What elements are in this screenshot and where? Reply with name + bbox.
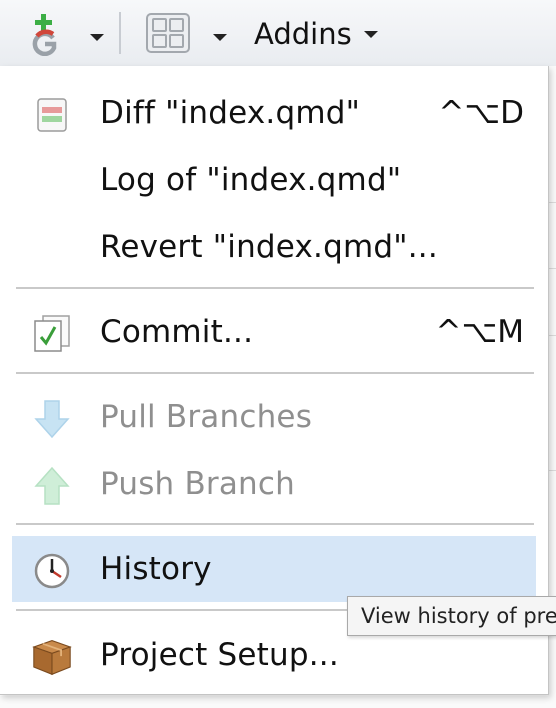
menu-item-diff[interactable]: Diff "index.qmd" ^⌥D [12, 80, 536, 146]
menu-item-label: Diff "index.qmd" [100, 95, 361, 131]
editor-background-bottom [0, 696, 556, 708]
menu-item-shortcut: ^⌥D [438, 95, 524, 131]
menu-item-push-branch: Push Branch [12, 451, 536, 517]
toolbar-divider [119, 12, 121, 54]
menu-item-label: Commit... [100, 314, 254, 350]
pane-layout-button[interactable] [144, 12, 192, 54]
menu-separator [16, 523, 534, 525]
clock-icon [32, 551, 72, 591]
push-arrow-up-icon [32, 466, 72, 506]
editor-line [548, 268, 556, 269]
menu-item-label: Log of "index.qmd" [100, 162, 402, 198]
chevron-down-icon [213, 33, 227, 41]
menu-item-commit[interactable]: Commit... ^⌥M [12, 299, 536, 365]
package-box-icon [32, 637, 72, 677]
menu-item-revert[interactable]: Revert "index.qmd"... [12, 214, 536, 280]
git-button[interactable] [28, 10, 62, 56]
menu-item-shortcut: ^⌥M [435, 314, 524, 350]
menu-item-label: Project Setup... [100, 637, 339, 673]
chevron-down-icon [90, 33, 104, 41]
diff-icon [32, 95, 72, 135]
editor-line [548, 470, 556, 471]
menu-item-log[interactable]: Log of "index.qmd" [12, 147, 536, 213]
git-add-icon [32, 14, 57, 56]
git-dropdown-button[interactable] [86, 26, 108, 48]
commit-checkmark-icon [32, 314, 72, 354]
pane-layout-icon [146, 13, 190, 53]
history-tooltip: View history of previous commits [347, 596, 556, 636]
chevron-down-icon [363, 30, 378, 38]
pull-arrow-down-icon [32, 399, 72, 439]
menu-item-label: Revert "index.qmd"... [100, 229, 438, 265]
menu-item-label: History [100, 551, 212, 587]
addins-label: Addins [254, 17, 352, 51]
menu-separator [16, 287, 534, 289]
toolbar: Addins [0, 0, 556, 67]
menu-item-pull-branches: Pull Branches [12, 384, 536, 450]
menu-item-label: Push Branch [100, 466, 295, 502]
editor-line [548, 335, 556, 336]
addins-caret-wrap [363, 23, 384, 45]
addins-button[interactable]: Addins [254, 12, 384, 56]
menu-item-label: Pull Branches [100, 399, 313, 435]
editor-line [548, 202, 556, 203]
menu-item-history[interactable]: History [12, 536, 536, 602]
menu-separator [16, 372, 534, 374]
pane-dropdown-button[interactable] [209, 26, 231, 48]
